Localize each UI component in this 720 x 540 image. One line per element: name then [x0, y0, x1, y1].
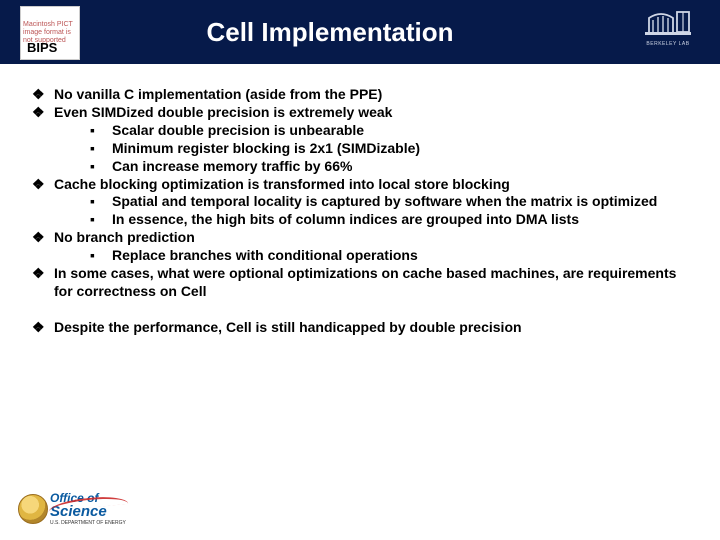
list-item: ❖Despite the performance, Cell is still … — [30, 319, 690, 337]
square-bullet-icon: ▪ — [90, 247, 112, 265]
square-bullet-icon: ▪ — [90, 140, 112, 158]
list-item-text: Cache blocking optimization is transform… — [54, 176, 690, 194]
sub-list-item-text: Spatial and temporal locality is capture… — [112, 193, 690, 211]
list-item-body: Even SIMDized double precision is extrem… — [54, 104, 690, 176]
diamond-bullet-icon: ❖ — [30, 319, 54, 337]
sub-list-item-text: Scalar double precision is unbearable — [112, 122, 690, 140]
title-bar: Macintosh PICT image format is not suppo… — [0, 0, 720, 64]
office-line3: U.S. DEPARTMENT OF ENERGY — [50, 521, 126, 526]
square-bullet-icon: ▪ — [90, 193, 112, 211]
diamond-bullet-icon: ❖ — [30, 176, 54, 230]
sub-list-item: ▪Replace branches with conditional opera… — [90, 247, 690, 265]
list-item: ❖Even SIMDized double precision is extre… — [30, 104, 690, 176]
square-bullet-icon: ▪ — [90, 211, 112, 229]
doe-office-logo: Office of Science U.S. DEPARTMENT OF ENE… — [18, 486, 138, 532]
sub-list-item: ▪Minimum register blocking is 2x1 (SIMDi… — [90, 140, 690, 158]
diamond-bullet-icon: ❖ — [30, 265, 54, 301]
square-bullet-icon: ▪ — [90, 122, 112, 140]
sub-list-item-text: Minimum register blocking is 2x1 (SIMDiz… — [112, 140, 690, 158]
bips-label: BIPS — [27, 41, 57, 55]
sub-list-item: ▪Spatial and temporal locality is captur… — [90, 193, 690, 211]
list-item-text: Despite the performance, Cell is still h… — [54, 319, 690, 337]
diamond-bullet-icon: ❖ — [30, 86, 54, 104]
sub-list-item-text: Can increase memory traffic by 66% — [112, 158, 690, 176]
sub-list-item: ▪In essence, the high bits of column ind… — [90, 211, 690, 229]
list-item: ❖Cache blocking optimization is transfor… — [30, 176, 690, 230]
slide-title: Cell Implementation — [0, 17, 720, 48]
list-item: ❖No branch prediction▪Replace branches w… — [30, 229, 690, 265]
sub-list-item-text: Replace branches with conditional operat… — [112, 247, 690, 265]
slide-body: ❖No vanilla C implementation (aside from… — [0, 64, 720, 337]
doe-seal-icon — [18, 494, 48, 524]
diamond-bullet-icon: ❖ — [30, 229, 54, 265]
sub-list: ▪Replace branches with conditional opera… — [54, 247, 690, 265]
list-item-body: Cache blocking optimization is transform… — [54, 176, 690, 230]
list-item-body: No vanilla C implementation (aside from … — [54, 86, 690, 104]
diamond-bullet-icon: ❖ — [30, 104, 54, 176]
sub-list-item: ▪Can increase memory traffic by 66% — [90, 158, 690, 176]
bips-logo-box: Macintosh PICT image format is not suppo… — [20, 6, 80, 60]
sub-list: ▪Spatial and temporal locality is captur… — [54, 193, 690, 229]
list-item-body: Despite the performance, Cell is still h… — [54, 319, 690, 337]
list-item-text: Even SIMDized double precision is extrem… — [54, 104, 690, 122]
list-item: ❖In some cases, what were optional optim… — [30, 265, 690, 301]
berkeley-lab-logo: BERKELEY LAB — [634, 10, 702, 54]
list-item-text: No branch prediction — [54, 229, 690, 247]
sub-list-item-text: In essence, the high bits of column indi… — [112, 211, 690, 229]
list-item: ❖No vanilla C implementation (aside from… — [30, 86, 690, 104]
square-bullet-icon: ▪ — [90, 158, 112, 176]
berkeley-lab-label: BERKELEY LAB — [646, 41, 689, 47]
list-item-text: In some cases, what were optional optimi… — [54, 265, 690, 301]
sub-list: ▪Scalar double precision is unbearable▪M… — [54, 122, 690, 176]
bullet-list-1: ❖No vanilla C implementation (aside from… — [30, 86, 690, 301]
list-item-text: No vanilla C implementation (aside from … — [54, 86, 690, 104]
list-item-body: No branch prediction▪Replace branches wi… — [54, 229, 690, 265]
bullet-list-2: ❖Despite the performance, Cell is still … — [30, 319, 690, 337]
list-item-body: In some cases, what were optional optimi… — [54, 265, 690, 301]
sub-list-item: ▪Scalar double precision is unbearable — [90, 122, 690, 140]
berkeley-building-icon — [643, 10, 693, 40]
